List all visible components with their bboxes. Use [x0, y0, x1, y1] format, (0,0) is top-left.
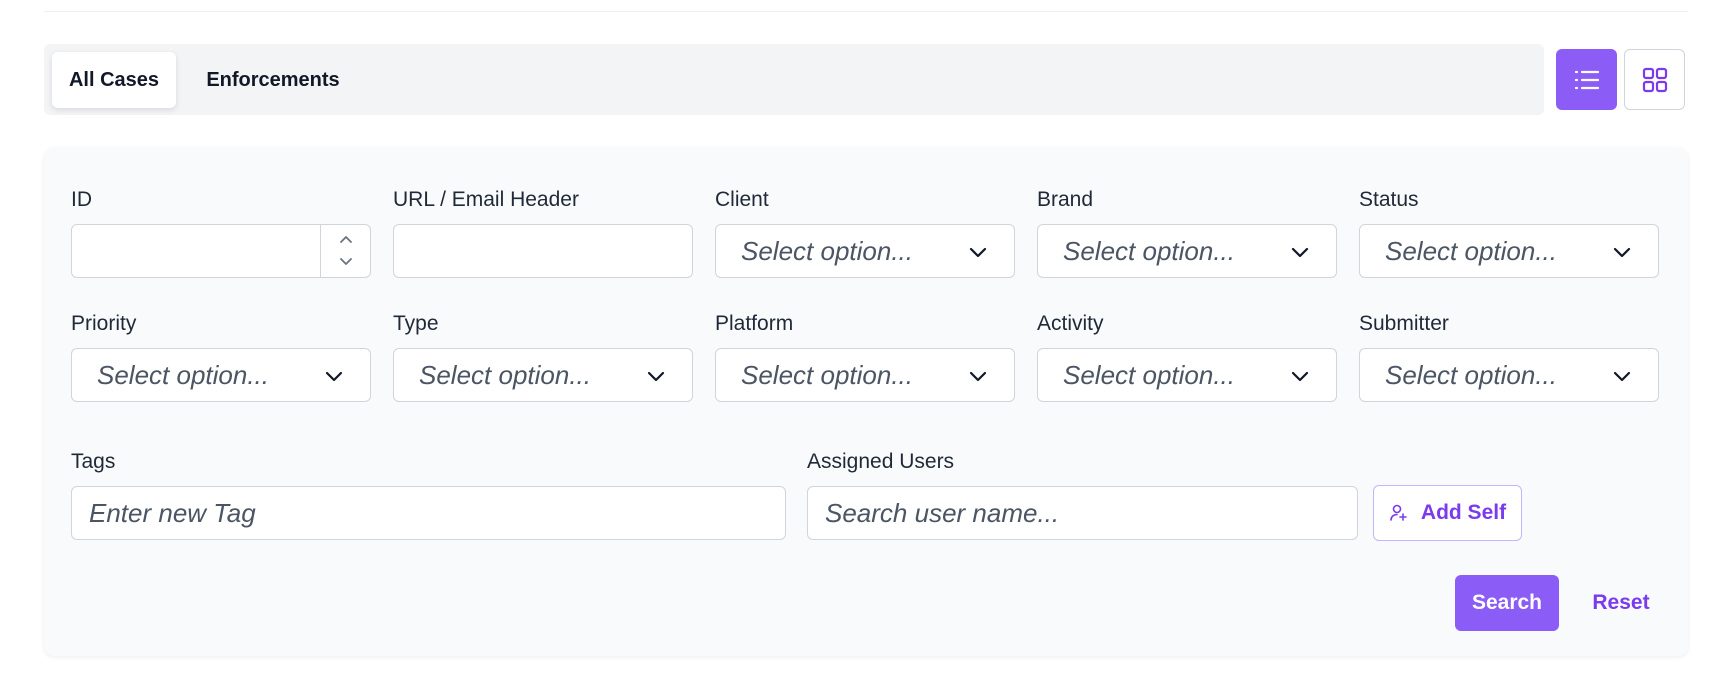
activity-select[interactable]: Select option...	[1037, 348, 1337, 402]
type-label: Type	[393, 312, 439, 335]
assigned-users-placeholder: Search user name...	[825, 497, 1060, 528]
case-tabs: All Cases Enforcements	[44, 44, 1544, 115]
search-button[interactable]: Search	[1455, 575, 1559, 631]
priority-select-value: Select option...	[97, 359, 269, 390]
brand-select[interactable]: Select option...	[1037, 224, 1337, 278]
chevron-down-icon[interactable]	[338, 256, 354, 268]
submitter-select-value: Select option...	[1385, 359, 1557, 390]
filter-panel: ID URL / Email Header Client Select opti…	[44, 148, 1688, 656]
brand-select-value: Select option...	[1063, 235, 1235, 266]
chevron-down-icon	[647, 371, 665, 382]
id-label: ID	[71, 188, 92, 211]
platform-select[interactable]: Select option...	[715, 348, 1015, 402]
chevron-up-icon[interactable]	[338, 233, 354, 245]
client-label: Client	[715, 188, 769, 211]
chevron-down-icon	[969, 371, 987, 382]
platform-select-value: Select option...	[741, 359, 913, 390]
tab-all-cases[interactable]: All Cases	[52, 52, 176, 108]
type-select[interactable]: Select option...	[393, 348, 693, 402]
reset-button[interactable]: Reset	[1576, 575, 1666, 631]
client-select[interactable]: Select option...	[715, 224, 1015, 278]
add-self-button[interactable]: Add Self	[1373, 485, 1522, 541]
type-select-value: Select option...	[419, 359, 591, 390]
submitter-select[interactable]: Select option...	[1359, 348, 1659, 402]
tab-enforcements[interactable]: Enforcements	[194, 52, 352, 108]
submitter-label: Submitter	[1359, 312, 1449, 335]
id-spinner	[320, 225, 370, 277]
list-view-button[interactable]	[1556, 49, 1617, 110]
brand-label: Brand	[1037, 188, 1094, 211]
platform-label: Platform	[715, 312, 794, 335]
priority-label: Priority	[71, 312, 137, 335]
tags-input[interactable]: Enter new Tag	[71, 486, 786, 540]
add-self-label: Add Self	[1420, 501, 1507, 524]
activity-select-value: Select option...	[1063, 359, 1235, 390]
priority-select[interactable]: Select option...	[71, 348, 371, 402]
chevron-down-icon	[969, 247, 987, 258]
top-divider	[44, 11, 1688, 12]
activity-label: Activity	[1037, 312, 1104, 335]
url-label: URL / Email Header	[393, 188, 579, 211]
tags-label: Tags	[71, 450, 116, 473]
chevron-down-icon	[1291, 371, 1309, 382]
chevron-down-icon	[325, 371, 343, 382]
list-icon	[1574, 70, 1599, 89]
assigned-users-label: Assigned Users	[807, 450, 955, 473]
url-input[interactable]	[393, 224, 693, 278]
chevron-down-icon	[1291, 247, 1309, 258]
chevron-down-icon	[1613, 371, 1631, 382]
status-select[interactable]: Select option...	[1359, 224, 1659, 278]
assigned-users-search-input[interactable]: Search user name...	[807, 486, 1358, 540]
grid-view-button[interactable]	[1624, 49, 1685, 110]
status-label: Status	[1359, 188, 1419, 211]
status-select-value: Select option...	[1385, 235, 1557, 266]
chevron-down-icon	[1613, 247, 1631, 258]
client-select-value: Select option...	[741, 235, 913, 266]
grid-icon	[1642, 67, 1667, 92]
user-plus-icon	[1390, 504, 1407, 521]
tags-placeholder: Enter new Tag	[89, 497, 256, 528]
id-number-input[interactable]	[71, 224, 371, 278]
